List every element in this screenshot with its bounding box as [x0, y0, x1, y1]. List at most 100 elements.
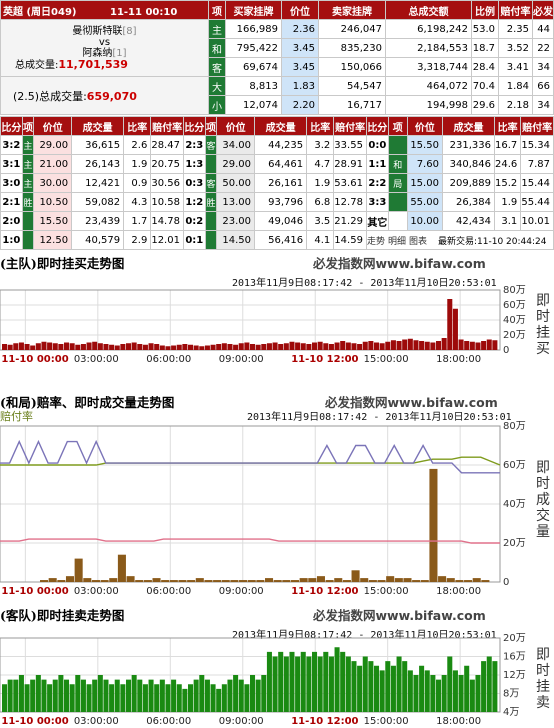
volume-cell: 26,384 — [441, 192, 495, 212]
data-bar — [47, 684, 53, 712]
data-bar — [486, 339, 492, 350]
data-bar — [377, 580, 386, 582]
col-score: 比分 — [0, 116, 23, 136]
data-bar — [385, 341, 391, 350]
data-bar — [469, 679, 475, 712]
x-tick-label: 15:00:00 — [364, 586, 409, 597]
data-bar — [199, 346, 205, 350]
ratio-cell: 16.7 — [493, 135, 522, 155]
data-bar — [86, 342, 92, 350]
league-label: 英超 — [3, 6, 23, 18]
score-header-row: 比分 项 价位 成交量 比率 赔付率 比分 项 价位 成交量 比率 赔付率 比分… — [0, 116, 554, 136]
side-cell — [204, 230, 218, 250]
score-cell: 0:3 — [182, 173, 206, 193]
home-rank: [8] — [122, 25, 137, 37]
side-cell — [387, 135, 408, 155]
col-item: 项 — [387, 116, 408, 136]
volume-cell: 36,615 — [71, 135, 125, 155]
price-cell: 10.50 — [33, 192, 73, 212]
home-team[interactable]: 曼彻斯特联 — [72, 26, 122, 37]
price-cell: 1.83 — [281, 76, 319, 96]
price-cell: 7.60 — [406, 154, 443, 174]
col-score: 比分 — [365, 116, 389, 136]
data-bar — [216, 344, 222, 350]
x-tick-label: 11-10 00:00 — [1, 716, 68, 727]
score-cell: 2:0 — [0, 211, 23, 231]
data-bar — [469, 341, 475, 350]
x-tick-label: 18:00:00 — [436, 354, 481, 365]
footer-link-2[interactable]: 图表 — [409, 237, 427, 247]
ratio-cell: 2.9 — [123, 230, 152, 250]
score-row: 3:2 主 29.00 36,615 2.6 28.47 2:3 客 34.00 44,235 3.… — [0, 135, 554, 155]
volume-cell: 44,235 — [254, 135, 308, 155]
pay-cell: 12.78 — [333, 192, 367, 212]
data-bar — [357, 344, 363, 350]
data-bar — [142, 344, 148, 350]
data-bar — [407, 670, 413, 712]
sell-cell: 150,066 — [318, 57, 386, 77]
amount-cell: 464,072 — [385, 76, 472, 96]
pay-cell: 10.01 — [520, 211, 554, 231]
data-bar — [204, 679, 210, 712]
row-tag: 小 — [208, 95, 226, 115]
data-bar — [159, 679, 165, 712]
index-cell: 44 — [532, 19, 554, 39]
data-bar — [475, 342, 481, 350]
pay-cell: 20.75 — [150, 154, 184, 174]
y-tick-label: 20万 — [503, 330, 526, 341]
volume-cell: 93,796 — [254, 192, 308, 212]
index-cell: 34 — [532, 95, 554, 115]
data-bar — [41, 679, 47, 712]
price-cell: 10.00 — [406, 211, 443, 231]
score-footer: 走势 明细 图表 最新交易:11-10 20:44:24 — [365, 230, 554, 250]
data-bar — [394, 578, 403, 582]
data-bar — [30, 679, 36, 712]
price-cell: 29.00 — [33, 135, 73, 155]
data-bar — [152, 578, 161, 582]
data-bar — [57, 580, 66, 582]
price-cell: 14.50 — [216, 230, 256, 250]
data-bar — [481, 580, 490, 582]
data-bar — [308, 578, 317, 582]
series-line-purple — [0, 439, 500, 474]
data-bar — [227, 344, 233, 350]
data-bar — [227, 679, 233, 712]
price-cell: 34.00 — [216, 135, 256, 155]
chart-side-label: 即时成交量 — [536, 460, 550, 540]
data-bar — [97, 675, 103, 712]
data-bar — [452, 308, 458, 350]
data-bar — [492, 661, 498, 712]
data-bar — [137, 679, 143, 712]
round-label: (周日049) — [26, 6, 77, 18]
ratio-cell: 28.4 — [471, 57, 499, 77]
score-cell: 1:1 — [365, 154, 389, 174]
data-bar — [472, 578, 481, 582]
price-cell: 13.00 — [216, 192, 256, 212]
data-bar — [441, 675, 447, 712]
data-bar — [65, 576, 75, 582]
data-bar — [178, 580, 187, 582]
x-tick-label: 11-10 12:00 — [291, 586, 358, 597]
data-bar — [137, 344, 143, 350]
x-tick-label: 11-10 12:00 — [291, 354, 358, 365]
pay-cell: 10.58 — [150, 192, 184, 212]
chart-svg: 80万 60万 40万 20万 0 11-10 00:00 03:00:00 06:00:00… — [0, 421, 526, 597]
data-bar — [52, 679, 58, 712]
footer-link-1[interactable]: 明细 — [388, 237, 406, 247]
volume-cell: 26,143 — [71, 154, 125, 174]
data-bar — [159, 345, 165, 350]
footer-link-0[interactable]: 走势 — [367, 237, 385, 247]
data-bar — [407, 338, 413, 350]
x-tick-label: 09:00:00 — [219, 716, 264, 727]
pay-cell: 55.44 — [520, 192, 554, 212]
data-bar — [261, 344, 267, 350]
ratio-cell: 24.6 — [493, 154, 522, 174]
data-bar — [86, 684, 92, 712]
data-bar — [52, 343, 58, 350]
side-cell: 客 — [204, 173, 218, 193]
data-bar — [131, 342, 137, 350]
score-cell: 其它 — [365, 211, 389, 231]
amount-cell: 194,998 — [385, 95, 472, 115]
data-bar — [412, 580, 421, 582]
data-bar — [154, 344, 160, 350]
